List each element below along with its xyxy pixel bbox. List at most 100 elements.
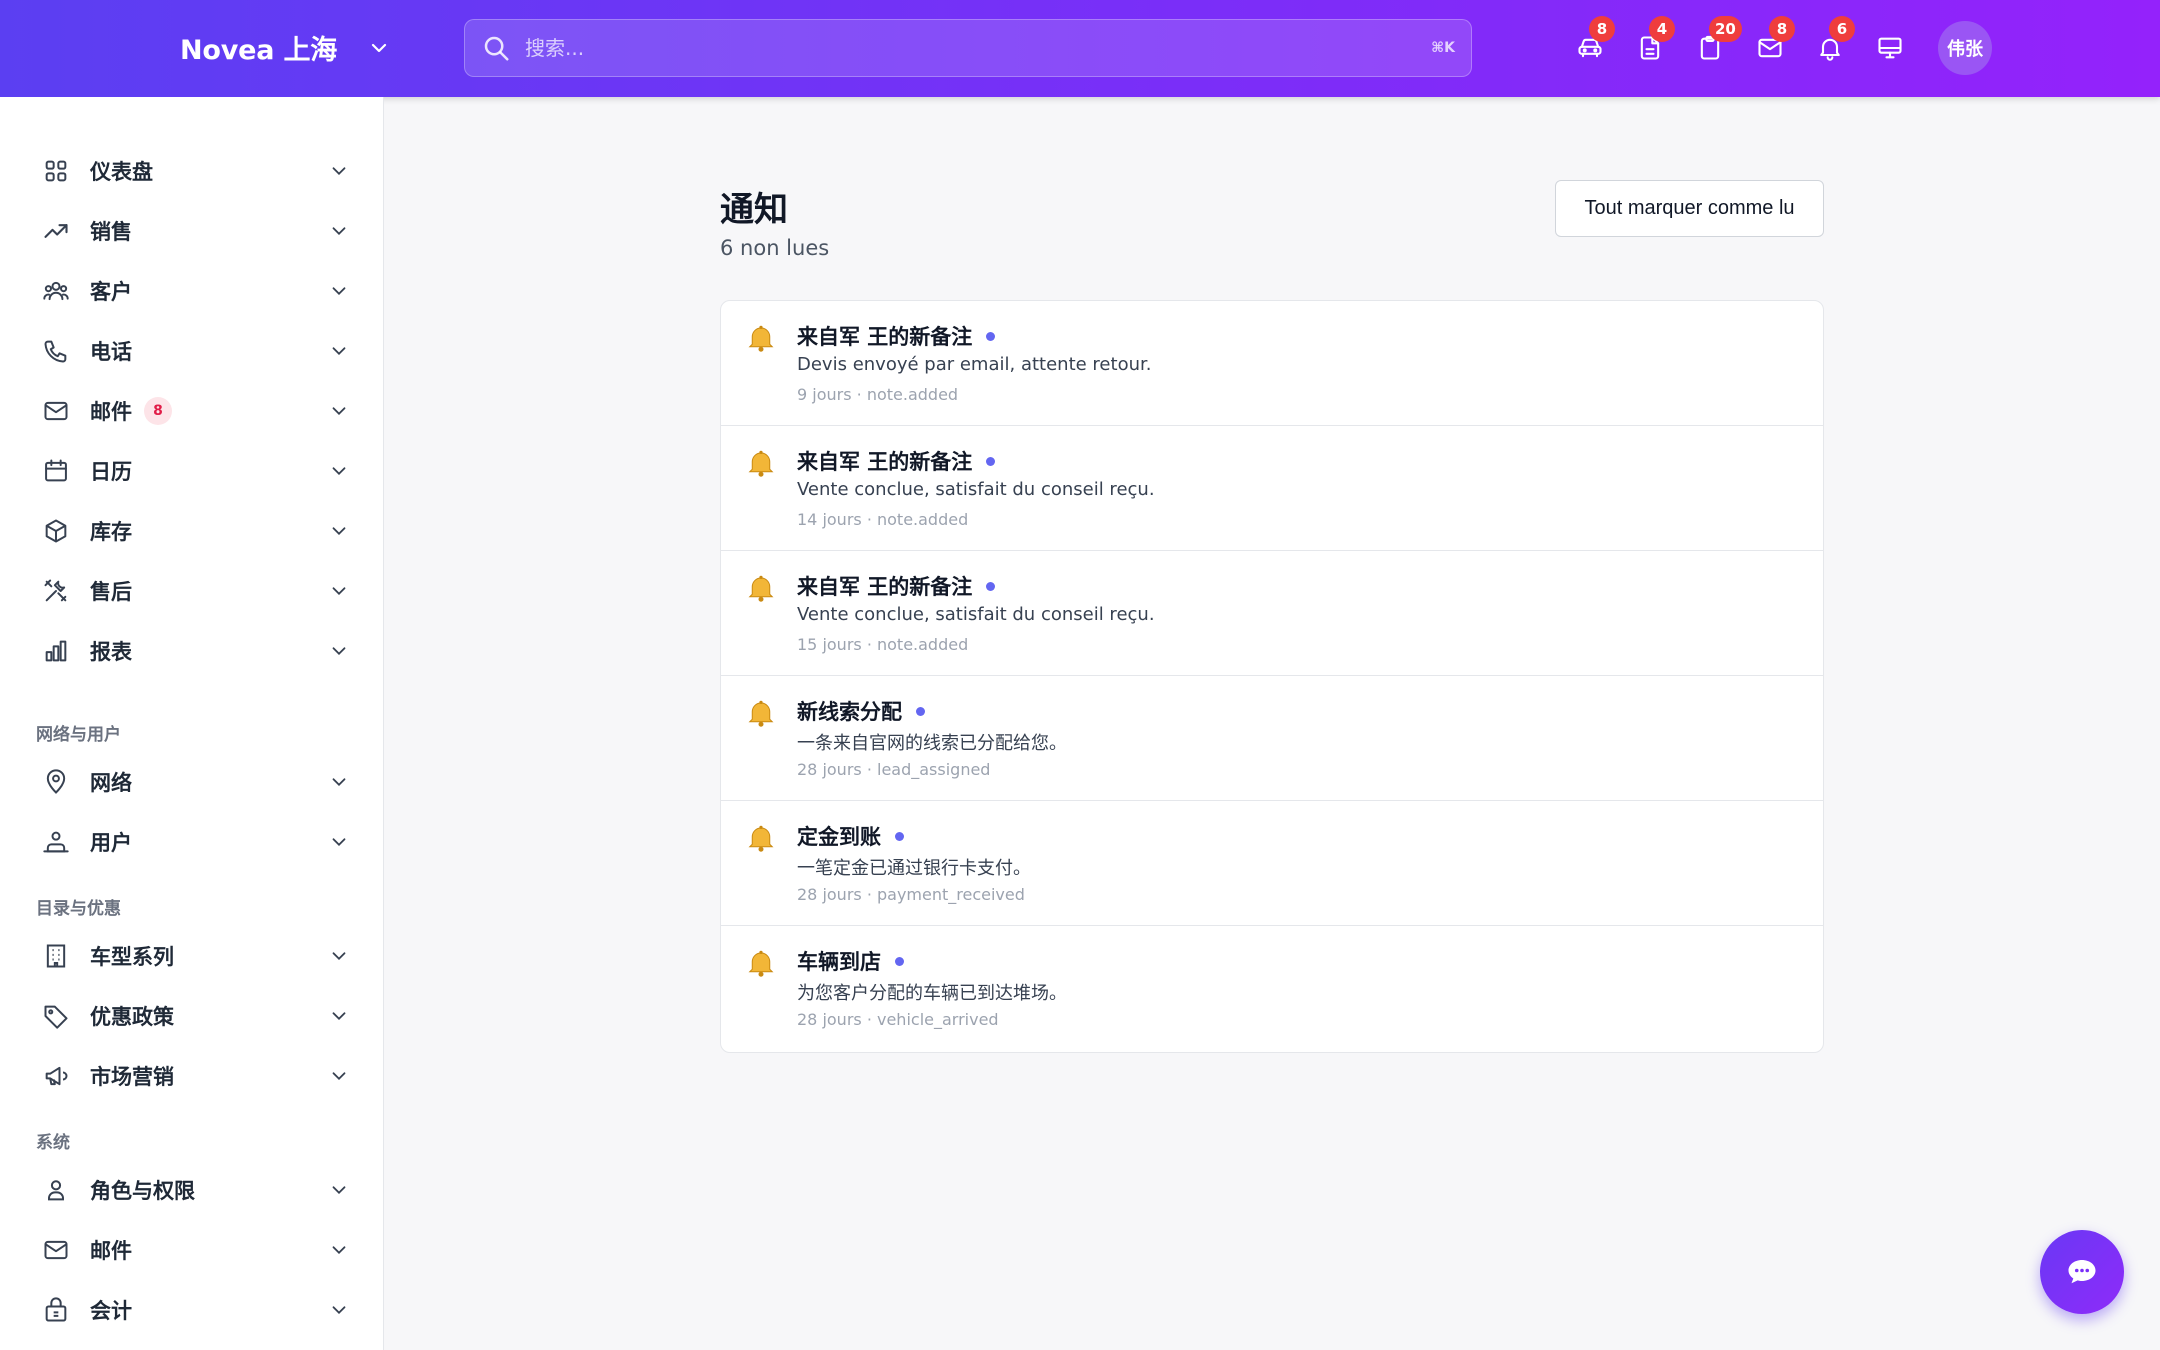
car-button[interactable]: 8 — [1572, 16, 1615, 66]
notification-meta: 28 jours · payment_received — [797, 885, 1025, 904]
user-avatar[interactable]: 伟张 — [1938, 21, 1992, 75]
notification-title-text: 来自军 王的新备注 — [797, 575, 973, 599]
sidebar: 仪表盘 销售 客户 电话 邮件 8 日历 库存 售后 报表 网络与用户 网络 用… — [0, 97, 384, 1350]
sidebar-item-models[interactable]: 车型系列 — [40, 931, 350, 981]
chevron-down-icon — [332, 1306, 346, 1315]
sidebar-item-marketing[interactable]: 市场营销 — [40, 1051, 350, 1101]
search-input[interactable] — [525, 36, 1432, 60]
chevron-down-icon — [332, 952, 346, 961]
bell-icon — [748, 575, 774, 602]
sidebar-item-sales[interactable]: 销售 — [40, 206, 350, 256]
notification-title-text: 定金到账 — [797, 825, 881, 849]
chevron-down-icon — [332, 467, 346, 476]
sidebar-item-accounting[interactable]: 会计 — [40, 1285, 350, 1335]
notification-title: 新线索分配 — [797, 696, 925, 726]
chat-button[interactable] — [2040, 1230, 2124, 1314]
sidebar-item-label: 车型系列 — [90, 945, 174, 969]
sidebar-item-dashboard[interactable]: 仪表盘 — [40, 146, 350, 196]
sidebar-item-label: 仪表盘 — [90, 160, 153, 184]
sidebar-item-system-mail[interactable]: 邮件 — [40, 1225, 350, 1275]
sidebar-item-label: 会计 — [90, 1299, 132, 1323]
documents-button[interactable]: 4 — [1632, 16, 1675, 66]
search-bar[interactable]: ⌘K — [464, 19, 1472, 77]
notification-item[interactable]: 来自军 王的新备注 Devis envoyé par email, attent… — [721, 301, 1823, 426]
sidebar-item-roles[interactable]: 角色与权限 — [40, 1165, 350, 1215]
sidebar-item-label: 日历 — [90, 460, 132, 484]
notifications-button[interactable]: 6 — [1812, 16, 1855, 66]
notification-title: 来自军 王的新备注 — [797, 446, 996, 476]
mail-count-badge: 8 — [144, 397, 172, 425]
unread-dot — [986, 456, 996, 466]
chevron-down-icon — [332, 1072, 346, 1081]
sidebar-item-users[interactable]: 用户 — [40, 817, 350, 867]
sidebar-item-phone[interactable]: 电话 — [40, 326, 350, 376]
mark-all-read-button[interactable]: Tout marquer comme lu — [1555, 180, 1824, 237]
chat-icon — [2068, 1260, 2096, 1284]
sidebar-item-label: 销售 — [90, 220, 132, 244]
sidebar-item-label: 报表 — [90, 640, 132, 664]
grid-icon — [40, 155, 72, 187]
building-icon — [40, 940, 72, 972]
notification-item[interactable]: 新线索分配 一条来自官网的线索已分配给您。 28 jours · lead_as… — [721, 676, 1823, 801]
chevron-down-icon — [332, 287, 346, 296]
unread-count: 6 non lues — [720, 236, 830, 260]
sidebar-item-label: 角色与权限 — [90, 1179, 195, 1203]
box-icon — [40, 515, 72, 547]
brand-name: Novea 上海 — [180, 35, 338, 66]
sidebar-item-calendar[interactable]: 日历 — [40, 446, 350, 496]
brand-switcher[interactable]: Novea 上海 — [180, 28, 391, 67]
chevron-down-icon — [332, 167, 346, 176]
notification-item[interactable]: 车辆到店 为您客户分配的车辆已到达堆场。 28 jours · vehicle_… — [721, 926, 1823, 1051]
notification-title-text: 来自军 王的新备注 — [797, 450, 973, 474]
mail-button[interactable]: 8 — [1752, 16, 1795, 66]
monitor-icon — [1878, 37, 1902, 59]
notification-meta: 9 jours · note.added — [797, 385, 959, 404]
bar-chart-icon — [40, 635, 72, 667]
sidebar-item-offers[interactable]: 优惠政策 — [40, 991, 350, 1041]
notification-title: 车辆到店 — [797, 946, 904, 976]
sidebar-item-label: 库存 — [90, 520, 132, 544]
sidebar-item-network[interactable]: 网络 — [40, 757, 350, 807]
notification-meta: 14 jours · note.added — [797, 510, 969, 529]
sidebar-item-after-sales[interactable]: 售后 — [40, 566, 350, 616]
notification-title-text: 车辆到店 — [797, 950, 881, 974]
display-button[interactable] — [1872, 30, 1908, 66]
unread-dot — [986, 331, 996, 341]
sidebar-item-mail[interactable]: 邮件 8 — [40, 386, 350, 436]
tools-icon — [40, 575, 72, 607]
notification-meta: 28 jours · vehicle_arrived — [797, 1010, 999, 1029]
sidebar-item-label: 客户 — [90, 280, 132, 304]
mail-badge: 8 — [1769, 16, 1795, 42]
sidebar-item-reports[interactable]: 报表 — [40, 626, 350, 676]
sidebar-item-label: 用户 — [90, 831, 132, 855]
notification-item[interactable]: 来自军 王的新备注 Vente conclue, satisfait du co… — [721, 426, 1823, 551]
trending-icon — [40, 215, 72, 247]
unread-dot — [895, 956, 904, 966]
sidebar-item-inventory[interactable]: 库存 — [40, 506, 350, 556]
unread-dot — [895, 831, 904, 841]
bell-icon — [748, 700, 774, 727]
page-title: 通知 — [720, 190, 788, 230]
sidebar-item-label: 邮件 — [90, 400, 132, 424]
section-title-system: 系统 — [36, 1133, 70, 1153]
chevron-down-icon — [332, 587, 346, 596]
user-group-icon — [40, 826, 72, 858]
notification-item[interactable]: 定金到账 一笔定金已通过银行卡支付。 28 jours · payment_re… — [721, 801, 1823, 926]
notification-item[interactable]: 来自军 王的新备注 Vente conclue, satisfait du co… — [721, 551, 1823, 676]
tasks-button[interactable]: 20 — [1692, 16, 1742, 66]
sidebar-item-label: 邮件 — [90, 1239, 132, 1263]
mail-icon — [40, 1234, 72, 1266]
sidebar-item-customers[interactable]: 客户 — [40, 266, 350, 316]
chevron-down-icon — [332, 227, 346, 236]
tasks-badge: 20 — [1709, 16, 1742, 42]
sidebar-item-label: 电话 — [90, 340, 132, 364]
map-pin-icon — [40, 766, 72, 798]
notification-body: 一条来自官网的线索已分配给您。 — [797, 733, 1067, 754]
notification-body: Devis envoyé par email, attente retour. — [797, 354, 1152, 375]
chevron-down-icon — [332, 1246, 346, 1255]
notification-title-text: 新线索分配 — [797, 700, 902, 724]
notification-meta: 15 jours · note.added — [797, 635, 969, 654]
sidebar-item-label: 售后 — [90, 580, 132, 604]
bell-icon — [748, 950, 774, 977]
notification-list: 来自军 王的新备注 Devis envoyé par email, attent… — [720, 300, 1824, 1053]
